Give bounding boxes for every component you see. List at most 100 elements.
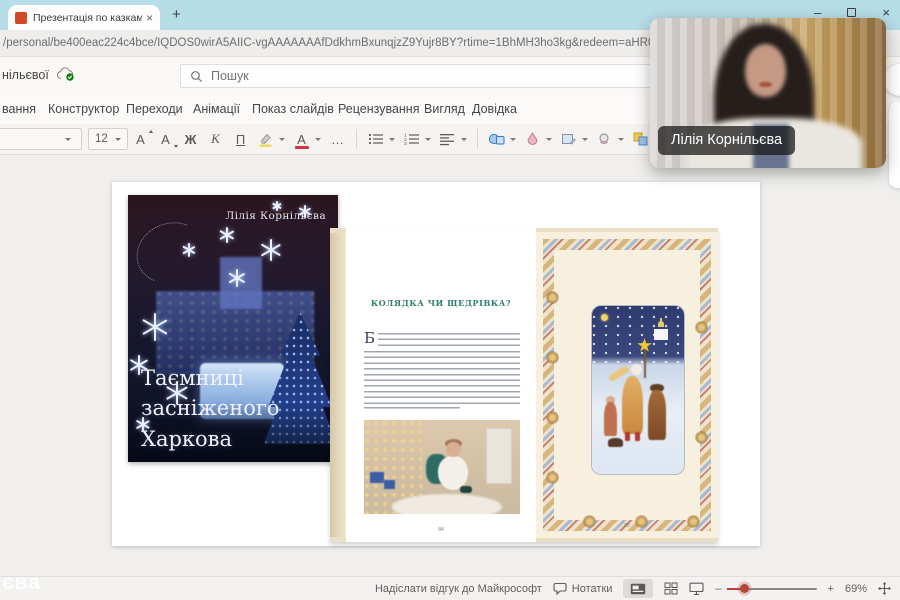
insert-shapes-button[interactable] bbox=[487, 128, 507, 150]
page-number-left: 84 bbox=[346, 527, 536, 533]
chapter-heading: КОЛЯДКА ЧИ ЩЕДРІВКА? bbox=[346, 298, 536, 308]
floral-rosette bbox=[547, 352, 558, 363]
grid-view-button[interactable] bbox=[664, 582, 678, 595]
snowflake-icon bbox=[138, 355, 140, 375]
chevron-down-icon[interactable] bbox=[389, 138, 395, 141]
shrink-font-button[interactable]: А bbox=[156, 128, 176, 150]
cloud-saved-icon bbox=[55, 67, 76, 87]
browser-window: Презентація по казкам Л.Кор × + – × /per… bbox=[0, 0, 900, 600]
align-left-icon bbox=[440, 133, 455, 146]
snowflake-icon bbox=[154, 313, 156, 341]
grow-font-button[interactable]: А bbox=[131, 128, 151, 150]
font-size-dropdown[interactable]: 12 bbox=[88, 128, 128, 150]
chevron-down-icon[interactable] bbox=[461, 138, 467, 141]
bullet-list-button[interactable] bbox=[366, 128, 386, 150]
ribbon-tab-review[interactable]: Рецензування bbox=[338, 102, 419, 116]
arrange-icon bbox=[633, 132, 648, 146]
status-bar: Надіслати відгук до Майкрософт Нотатки –… bbox=[0, 576, 900, 600]
shape-effects-button[interactable] bbox=[595, 128, 615, 150]
chevron-down-icon[interactable] bbox=[279, 138, 285, 141]
arrow-up-icon bbox=[149, 130, 153, 133]
bold-button[interactable]: Ж bbox=[181, 128, 201, 150]
webcam-overlay[interactable]: Лілія Корнільєва bbox=[650, 18, 886, 168]
chevron-down-icon[interactable] bbox=[425, 138, 431, 141]
dog-figure bbox=[608, 438, 623, 447]
floral-rosette bbox=[547, 472, 558, 483]
shape-outline-button[interactable] bbox=[559, 128, 579, 150]
zoom-out-button[interactable]: – bbox=[715, 583, 721, 595]
normal-view-button[interactable] bbox=[623, 579, 653, 598]
new-tab-button[interactable]: + bbox=[172, 6, 181, 23]
feedback-link[interactable]: Надіслати відгук до Майкрософт bbox=[375, 583, 542, 595]
chevron-down-icon[interactable] bbox=[546, 138, 552, 141]
notes-button[interactable]: Нотатки bbox=[553, 582, 613, 595]
caroler-figure bbox=[648, 390, 666, 440]
shape-fill-button[interactable] bbox=[523, 128, 543, 150]
maximize-button[interactable] bbox=[847, 8, 856, 17]
chevron-down-icon bbox=[65, 138, 71, 141]
carolers-illustration bbox=[592, 306, 684, 474]
book-page-edge bbox=[330, 233, 346, 537]
fit-to-window-button[interactable] bbox=[878, 582, 891, 595]
zoom-slider[interactable] bbox=[733, 588, 817, 590]
chevron-down-icon[interactable] bbox=[618, 138, 624, 141]
search-box[interactable] bbox=[180, 64, 658, 88]
chevron-down-icon[interactable] bbox=[315, 138, 321, 141]
cover-author: Лілія Корнільєва bbox=[226, 210, 326, 222]
highlight-button[interactable] bbox=[256, 128, 276, 150]
ribbon-tab-design[interactable]: Конструктор bbox=[48, 102, 119, 116]
underline-button[interactable]: П bbox=[231, 128, 251, 150]
zoom-in-button[interactable]: + bbox=[828, 583, 834, 595]
browser-tab[interactable]: Презентація по казкам Л.Кор × bbox=[8, 5, 160, 30]
floral-rosette bbox=[547, 412, 558, 423]
arrange-button[interactable] bbox=[631, 128, 651, 150]
goat-caroler bbox=[622, 376, 643, 434]
align-button[interactable] bbox=[438, 128, 458, 150]
ribbon-tab-help[interactable]: Довідка bbox=[472, 102, 517, 116]
font-color-button[interactable]: А bbox=[292, 128, 312, 150]
book-left-page: КОЛЯДКА ЧИ ЩЕДРІВКА? Б bbox=[346, 228, 536, 542]
bullet-list-icon bbox=[368, 132, 384, 146]
body-text-lines bbox=[364, 351, 520, 405]
book-cover-image[interactable]: Лілія Корнільєва Таємниці засніженого Ха… bbox=[128, 195, 338, 462]
more-options-button[interactable]: … bbox=[328, 128, 348, 150]
toolbar-divider bbox=[356, 129, 357, 149]
search-input[interactable] bbox=[211, 69, 657, 83]
ribbon-tab-transitions[interactable]: Переходи bbox=[126, 102, 183, 116]
light-swirl-decoration bbox=[128, 213, 214, 293]
child-dress bbox=[438, 456, 468, 490]
ribbon-tab-animations[interactable]: Анімації bbox=[193, 102, 240, 116]
arrow-down-icon bbox=[174, 145, 178, 148]
slideshow-button[interactable] bbox=[689, 582, 704, 595]
shape-fill-icon bbox=[525, 132, 540, 146]
zoom-slider-thumb[interactable] bbox=[740, 584, 749, 593]
italic-button[interactable]: K bbox=[206, 128, 226, 150]
ribbon-tab-view[interactable]: Вигляд bbox=[424, 102, 465, 116]
building-tower bbox=[220, 257, 262, 309]
toolbar-divider bbox=[477, 129, 478, 149]
chevron-down-icon[interactable] bbox=[510, 138, 516, 141]
ribbon-tab-drawing[interactable]: вання bbox=[2, 102, 36, 116]
document-title-fragment: нільєвої bbox=[2, 68, 49, 82]
chevron-down-icon bbox=[115, 138, 121, 141]
slide[interactable]: Лілія Корнільєва Таємниці засніженого Ха… bbox=[112, 182, 760, 546]
shape-effects-icon bbox=[597, 132, 612, 146]
background-door bbox=[486, 428, 512, 484]
floral-rosette bbox=[696, 322, 707, 333]
book-spread-image[interactable]: КОЛЯДКА ЧИ ЩЕДРІВКА? Б bbox=[330, 228, 718, 542]
grid-view-icon bbox=[664, 582, 678, 595]
star-pole bbox=[644, 348, 646, 378]
meeting-side-panel[interactable] bbox=[889, 102, 900, 188]
snowflake-icon bbox=[236, 269, 238, 287]
child-photo bbox=[364, 420, 520, 514]
book-right-page: 85 bbox=[536, 232, 718, 538]
ribbon-tab-slideshow[interactable]: Показ слайдів bbox=[252, 102, 334, 116]
church-silhouette bbox=[650, 318, 672, 340]
font-family-dropdown[interactable] bbox=[0, 128, 82, 150]
participant-face bbox=[745, 44, 786, 97]
chevron-down-icon[interactable] bbox=[582, 138, 588, 141]
numbered-list-button[interactable]: 123 bbox=[402, 128, 422, 150]
svg-text:3: 3 bbox=[404, 141, 407, 146]
shapes-icon bbox=[488, 132, 505, 146]
tab-close-icon[interactable]: × bbox=[146, 11, 153, 25]
